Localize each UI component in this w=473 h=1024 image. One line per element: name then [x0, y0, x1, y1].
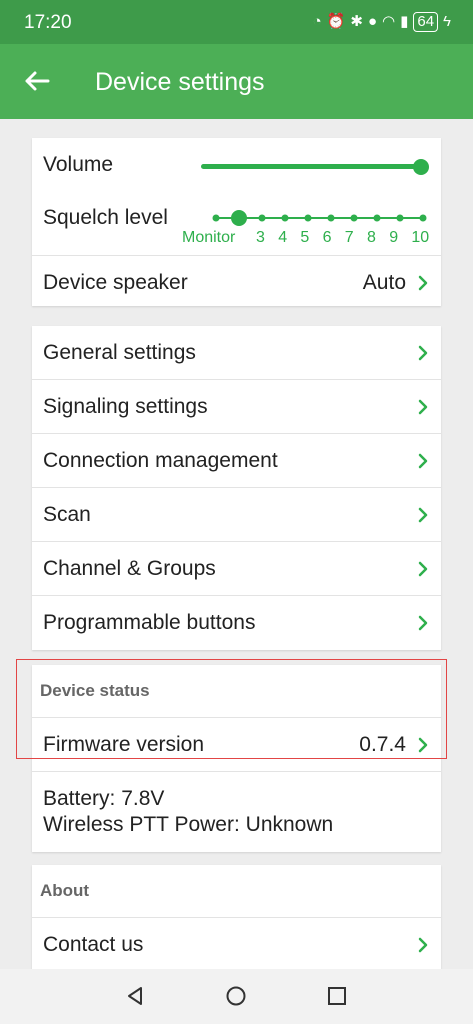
nav-home-icon[interactable] [225, 985, 247, 1007]
menu-item-connection-management[interactable]: Connection management [32, 434, 441, 488]
volume-label: Volume [43, 153, 114, 176]
about-header: About [32, 865, 441, 918]
nav-back-icon[interactable] [124, 985, 146, 1007]
squelch-tick-label: Monitor [182, 229, 236, 246]
chevron-right-icon [418, 275, 428, 290]
menu-item-label: Scan [43, 502, 91, 526]
status-bar: 17:20 ◔ ⏰ ✱ ● ◠ ▮ 64 ϟ [0, 0, 473, 44]
squelch-tick-dot[interactable] [396, 214, 404, 222]
squelch-tick-dot[interactable] [419, 214, 427, 222]
chevron-right-icon [418, 937, 428, 953]
about-card: About Contact us [32, 865, 441, 969]
device-speaker-row[interactable]: Device speaker Auto [32, 255, 441, 309]
squelch-label: Squelch level [43, 206, 168, 229]
squelch-tick-label: 3 [256, 229, 265, 246]
firmware-version-label: Firmware version [43, 732, 205, 756]
menu-item-programmable-buttons[interactable]: Programmable buttons [32, 596, 441, 650]
squelch-tick-dot[interactable] [327, 214, 335, 222]
alarm-icon: ⏰ [326, 13, 346, 30]
squelch-tick-dot[interactable] [281, 214, 289, 222]
chevron-right-icon [418, 737, 428, 752]
squelch-tick-dot[interactable] [350, 214, 358, 222]
menu-item-scan[interactable]: Scan [32, 488, 441, 542]
squelch-tick-label: 8 [367, 229, 376, 246]
squelch-tick-label: 7 [344, 229, 354, 246]
settings-menu-card: General settings Signaling settings Conn… [32, 326, 441, 650]
squelch-tick-label: 6 [322, 229, 332, 246]
menu-item-label: Programmable buttons [43, 611, 256, 634]
firmware-version-value: 0.7.4 [359, 732, 406, 756]
device-status-card: Device status Firmware version 0.7.4 Bat… [32, 665, 441, 852]
bluetooth-icon: ✱ [350, 13, 363, 30]
signal-icon: ▮ [400, 13, 409, 30]
audio-card: Volume Squelch level Monitor 3 4 5 6 7 8 9 10 De… [32, 138, 441, 306]
charging-icon: ϟ [443, 13, 451, 30]
contact-us-row[interactable]: Contact us [32, 918, 441, 969]
wifi-icon: ◠ [382, 13, 396, 30]
squelch-tick-dot[interactable] [212, 214, 220, 222]
ptt-power-text: Wireless PTT Power: Unknown [43, 813, 334, 836]
squelch-tick-label: 4 [278, 229, 288, 246]
squelch-tick-label: 10 [411, 229, 430, 246]
chevron-right-icon [418, 561, 428, 576]
status-icons: ◔ ⏰ ✱ ● ◠ ▮ 64 ϟ [313, 12, 451, 32]
device-speaker-value: Auto [362, 270, 406, 294]
squelch-tick-dot[interactable] [304, 214, 312, 222]
squelch-slider-thumb[interactable] [231, 210, 247, 226]
device-speaker-label: Device speaker [43, 270, 188, 294]
menu-item-signaling-settings[interactable]: Signaling settings [32, 380, 441, 434]
menu-item-channel-groups[interactable]: Channel & Groups [32, 542, 441, 596]
location-icon: ● [367, 13, 377, 30]
battery-voltage-text: Battery: 7.8V [43, 787, 165, 810]
chevron-right-icon [418, 399, 428, 414]
menu-item-label: Connection management [43, 448, 278, 472]
menu-item-general-settings[interactable]: General settings [32, 326, 441, 380]
app-bar: Device settings [0, 44, 473, 119]
nav-recents-icon[interactable] [326, 985, 348, 1007]
firmware-version-row[interactable]: Firmware version 0.7.4 [32, 718, 441, 772]
volume-slider[interactable] [201, 164, 421, 169]
squelch-slider[interactable] [212, 206, 427, 230]
system-nav-bar [0, 969, 473, 1024]
chevron-right-icon [418, 453, 428, 468]
speed-icon: ◔ [312, 13, 322, 30]
page-title: Device settings [95, 68, 265, 96]
squelch-tick-dot[interactable] [373, 214, 381, 222]
status-time: 17:20 [24, 12, 72, 33]
menu-item-label: General settings [43, 340, 196, 364]
squelch-tick-label: 9 [389, 229, 399, 246]
chevron-right-icon [418, 345, 428, 360]
battery-icon: 64 [413, 12, 439, 32]
menu-item-label: Channel & Groups [43, 556, 216, 580]
device-status-header: Device status [32, 665, 441, 718]
battery-info: Battery: 7.8V Wireless PTT Power: Unknow… [32, 772, 441, 852]
chevron-right-icon [418, 507, 428, 522]
contact-us-label: Contact us [43, 933, 144, 956]
chevron-right-icon [418, 615, 428, 631]
volume-slider-thumb[interactable] [413, 159, 429, 175]
back-arrow-icon[interactable] [22, 66, 52, 96]
menu-item-label: Signaling settings [43, 394, 208, 418]
squelch-tick-dot[interactable] [258, 214, 266, 222]
squelch-tick-label: 5 [300, 229, 310, 246]
